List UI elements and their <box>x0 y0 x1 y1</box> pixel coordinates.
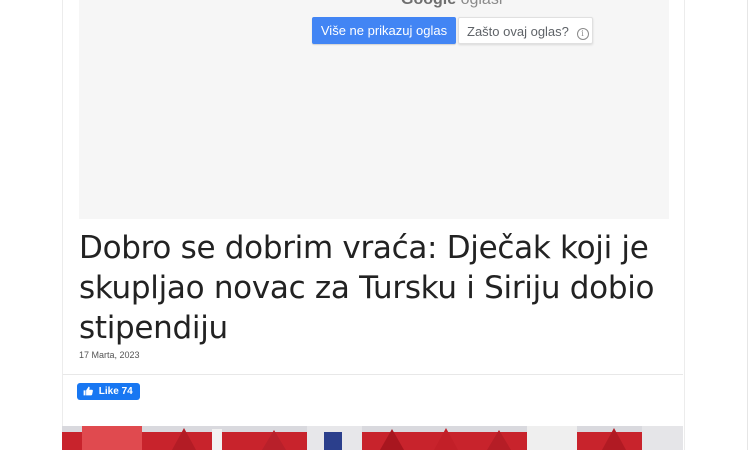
google-ad-container: Google oglasi Više ne prikazuj oglas Zaš… <box>79 0 669 219</box>
article-date: 17 Marta, 2023 <box>79 350 140 360</box>
article-hero-image[interactable] <box>62 426 683 450</box>
why-this-ad-label: Zašto ovaj oglas? <box>467 24 569 39</box>
stop-showing-ad-button[interactable]: Više ne prikazuj oglas <box>312 17 456 44</box>
ad-brand-suffix: oglasi <box>461 0 503 8</box>
facebook-like-button[interactable]: Like 74 <box>77 383 140 400</box>
article-title[interactable]: Dobro se dobrim vraća: Dječak koji je sk… <box>79 228 669 348</box>
info-icon: i <box>576 28 589 40</box>
google-logo: Google <box>401 0 456 8</box>
divider <box>63 374 683 375</box>
ad-brand-label: Google oglasi <box>401 0 502 9</box>
thumbs-up-icon <box>83 386 93 396</box>
why-this-ad-button[interactable]: Zašto ovaj oglas? i <box>458 17 593 44</box>
page-edge-line <box>747 0 748 450</box>
hero-image-graphic <box>62 426 683 450</box>
like-count: 74 <box>121 386 133 397</box>
like-label: Like <box>98 386 119 397</box>
